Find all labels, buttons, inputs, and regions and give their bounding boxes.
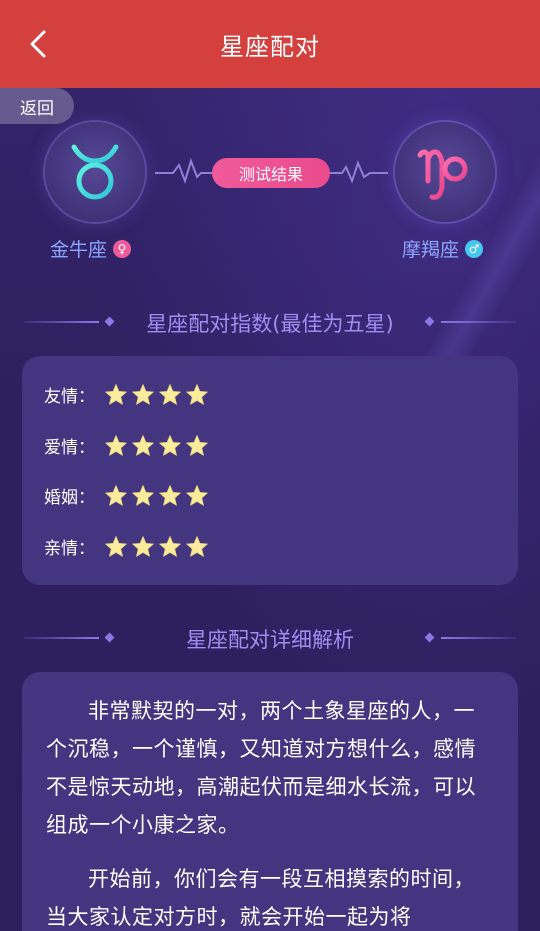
star-icon [159, 484, 181, 506]
page-title: 星座配对 [220, 32, 320, 61]
app-header: 星座配对 [0, 0, 540, 88]
capricorn-icon [417, 149, 468, 200]
right-sign-label: 摩羯座 [402, 239, 460, 261]
star-icon [159, 535, 181, 557]
star-icon [132, 383, 154, 405]
star-icon [105, 434, 127, 456]
right-sign-name: 摩羯座 ♂ [402, 235, 484, 262]
rating-card: 友情： 爱情： 婚姻： 亲情： [22, 356, 518, 585]
detail-section-title: 星座配对详细解析 [0, 622, 540, 656]
rating-row-friendship: 友情： [44, 382, 209, 407]
left-sign-label: 金牛座 [50, 239, 108, 261]
taurus-sign-badge [45, 122, 145, 222]
star-icon [159, 383, 181, 405]
right-pulse-line-icon [328, 160, 388, 184]
rating-label: 友情： [44, 387, 95, 407]
star-rating [104, 484, 209, 508]
star-icon [105, 535, 127, 557]
analysis-paragraph: 开始前，你们会有一段互相摸索的时间，当大家认定对方时，就会开始一起为将 [46, 867, 475, 929]
star-icon [105, 383, 127, 405]
star-icon [159, 434, 181, 456]
star-icon [105, 484, 127, 506]
star-icon [132, 484, 154, 506]
star-rating [104, 383, 209, 407]
left-sign-name: 金牛座 ♀ [50, 235, 132, 262]
star-icon [186, 383, 208, 405]
back-arrow-icon[interactable] [18, 24, 58, 64]
rating-row-family: 亲情： [44, 534, 209, 559]
rating-label: 爱情： [44, 438, 95, 458]
section-divider-right [441, 321, 516, 323]
star-icon [186, 535, 208, 557]
star-rating [104, 434, 209, 458]
rating-label: 亲情： [44, 539, 95, 559]
capricorn-sign-badge [395, 122, 495, 222]
test-result-button[interactable]: 测试结果 [212, 158, 330, 188]
star-rating [104, 535, 209, 559]
taurus-icon [71, 144, 119, 200]
rating-label: 婚姻： [44, 488, 95, 508]
star-icon [132, 535, 154, 557]
detail-section-label: 星座配对详细解析 [186, 628, 354, 652]
back-button[interactable]: 返回 [0, 88, 74, 124]
index-section-label: 星座配对指数(最佳为五星) [146, 312, 394, 336]
star-icon [186, 434, 208, 456]
analysis-paragraph: 非常默契的一对，两个土象星座的人，一个沉稳，一个谨慎，又知道对方想什么，感情不是… [46, 699, 476, 837]
analysis-card: 非常默契的一对，两个土象星座的人，一个沉稳，一个谨慎，又知道对方想什么，感情不是… [22, 672, 518, 931]
rating-row-love: 爱情： [44, 433, 209, 458]
star-icon [186, 484, 208, 506]
male-icon: ♂ [465, 239, 484, 258]
female-icon: ♀ [113, 239, 132, 258]
star-icon [132, 434, 154, 456]
rating-row-marriage: 婚姻： [44, 483, 209, 508]
index-section-title: 星座配对指数(最佳为五星) [0, 306, 540, 340]
section-divider-right [441, 637, 516, 639]
left-pulse-line-icon [155, 157, 215, 185]
